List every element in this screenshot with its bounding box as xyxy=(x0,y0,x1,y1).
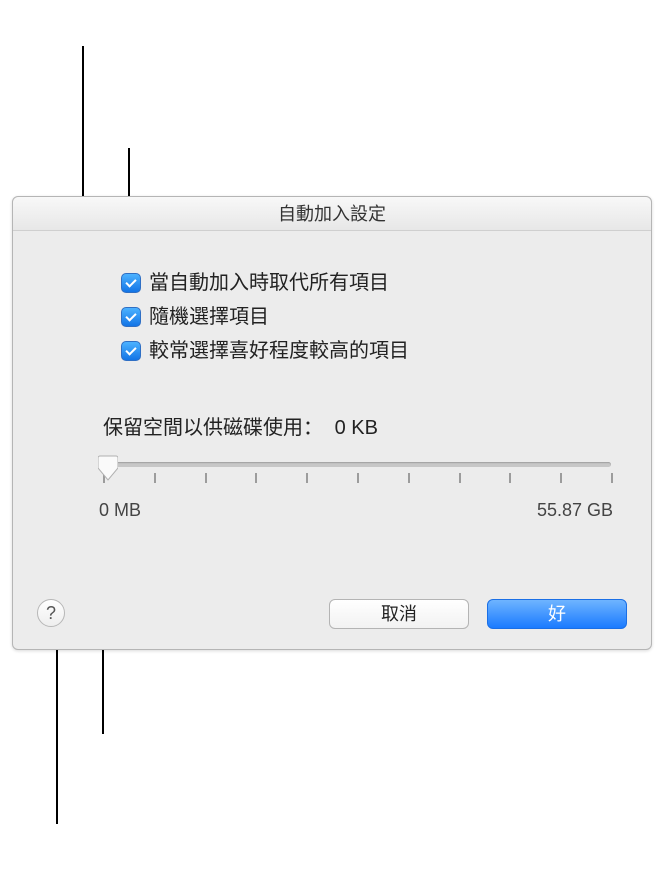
slider-value: 0 KB xyxy=(335,417,378,439)
dialog-content: 當自動加入時取代所有項目 隨機選擇項目 較常選擇喜好程度較高的項目 保留空間以供… xyxy=(13,231,651,506)
slider-label-row: 保留空間以供磁碟使用： 0 KB xyxy=(103,411,611,440)
ok-button[interactable]: 好 xyxy=(487,599,627,629)
help-button[interactable]: ? xyxy=(37,599,65,627)
slider-min-label: 0 MB xyxy=(99,500,141,521)
autofill-settings-dialog: 自動加入設定 當自動加入時取代所有項目 隨機選擇項目 較常選擇喜好程度較高的項目… xyxy=(12,196,652,650)
reserve-space-slider[interactable]: 0 MB 55.87 GB xyxy=(103,456,611,506)
cancel-button[interactable]: 取消 xyxy=(329,599,469,629)
checkbox-replace-all[interactable]: 當自動加入時取代所有項目 xyxy=(121,271,611,295)
slider-thumb-icon[interactable] xyxy=(98,454,118,482)
slider-track xyxy=(103,462,611,467)
checkbox-icon[interactable] xyxy=(121,341,141,361)
button-row: 取消 好 xyxy=(329,599,627,629)
checkbox-icon[interactable] xyxy=(121,307,141,327)
checkbox-random-select[interactable]: 隨機選擇項目 xyxy=(121,305,611,329)
checkbox-higher-rating[interactable]: 較常選擇喜好程度較高的項目 xyxy=(121,339,611,363)
slider-max-label: 55.87 GB xyxy=(537,500,613,521)
slider-label: 保留空間以供磁碟使用： xyxy=(103,417,323,439)
dialog-title: 自動加入設定 xyxy=(13,197,651,231)
checkbox-label: 當自動加入時取代所有項目 xyxy=(149,271,389,295)
checkbox-icon[interactable] xyxy=(121,273,141,293)
checkbox-label: 較常選擇喜好程度較高的項目 xyxy=(149,339,409,363)
reserve-space-section: 保留空間以供磁碟使用： 0 KB xyxy=(103,411,611,506)
checkbox-label: 隨機選擇項目 xyxy=(149,305,269,329)
